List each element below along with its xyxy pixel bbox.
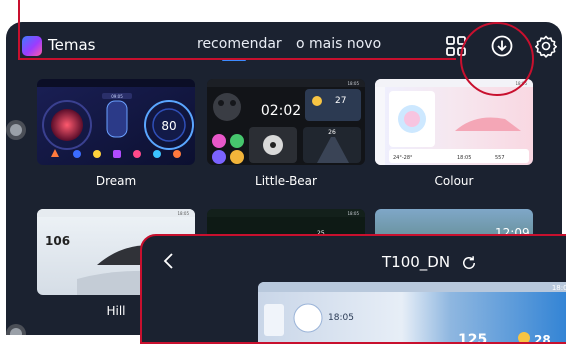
thumb-speed: 106 — [45, 234, 70, 248]
annotation-circle — [460, 22, 534, 96]
preview-time: 18:05 — [328, 313, 354, 323]
theme-name: Dream — [95, 174, 137, 188]
thumb-temp-range: 24°-28° — [393, 155, 413, 161]
thumb-status-time: 18:05 — [347, 211, 359, 216]
tab-newest[interactable]: o mais novo — [296, 36, 381, 52]
theme-name: Little-Bear — [255, 174, 317, 188]
thumb-time: 18:05 — [457, 155, 471, 161]
thumb-speed: 26 — [328, 129, 336, 136]
thumb-num: 557 — [495, 155, 505, 161]
theme-detail-panel: T100_DN 18:05 18:05 125 28 — [140, 234, 566, 344]
side-handle[interactable] — [6, 120, 26, 140]
preview-speed: 125 — [458, 332, 487, 344]
thumb-status-time: 18:05 — [347, 81, 359, 86]
settings-icon[interactable] — [534, 34, 558, 58]
refresh-icon[interactable] — [460, 254, 478, 272]
thumb-mini: 09:05 — [111, 94, 123, 99]
tab-recommend[interactable]: recomendar — [197, 36, 282, 52]
thumb-temp: 27 — [335, 96, 346, 106]
app-title: Temas — [48, 36, 96, 54]
app-logo — [22, 36, 42, 56]
back-icon[interactable] — [162, 252, 176, 270]
preview-status-time: 18:05 — [552, 284, 566, 292]
annotation-line — [18, 58, 456, 60]
annotation-line — [18, 0, 20, 60]
thumb-speed: 80 — [161, 119, 176, 133]
thumb-status-time: 18:05 — [177, 211, 189, 216]
panel-title: T100_DN — [382, 253, 451, 271]
side-handle[interactable] — [6, 324, 26, 335]
theme-thumbnail: 18:05 02:02 27 26 — [207, 79, 365, 165]
thumb-time: 02:02 — [261, 103, 301, 119]
theme-thumbnail: 80 09:05 — [37, 79, 195, 165]
theme-name: Colour — [434, 174, 474, 188]
